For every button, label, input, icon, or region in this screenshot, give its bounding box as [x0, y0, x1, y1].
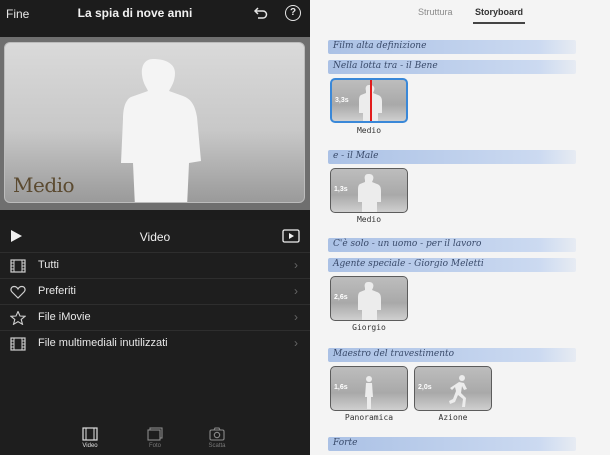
fullscreen-preview-icon[interactable]: [282, 229, 300, 243]
storyboard-clip[interactable]: 2,6s: [330, 276, 408, 321]
title-text: C'è solo - un uomo - per il lavoro: [333, 239, 482, 249]
tab-structure[interactable]: Struttura: [418, 7, 453, 17]
clip-name: Medio: [356, 215, 382, 224]
title-text: Nella lotta tra - il Bene: [333, 61, 438, 71]
clip-name: Azione: [438, 413, 468, 422]
person-silhouette-icon: [358, 282, 381, 320]
viewer-frame: Medio: [4, 42, 305, 203]
storyboard-clip[interactable]: 3,3s: [330, 78, 408, 123]
playhead[interactable]: [370, 80, 372, 121]
heart-icon: [10, 285, 26, 299]
tab-storyboard[interactable]: Storyboard: [475, 7, 523, 17]
storyboard-clip[interactable]: 1,6s: [330, 366, 408, 411]
film-strip-icon: [10, 259, 26, 273]
clip-duration: 2,6s: [334, 294, 348, 301]
top-bar: Fine La spia di nove anni ?: [0, 0, 310, 30]
title-text: Forte: [333, 438, 358, 448]
active-tab-indicator: [473, 22, 525, 24]
library-item-label: Preferiti: [38, 285, 76, 297]
browser-title: Video: [139, 230, 171, 244]
title-strip[interactable]: Film alta definizione: [328, 40, 576, 54]
photo-icon: [147, 427, 163, 441]
film-strip-icon: [10, 337, 26, 351]
chevron-right-icon: ›: [294, 258, 298, 272]
film-icon: [82, 427, 98, 441]
clip-name: Medio: [356, 126, 382, 135]
clip-duration: 1,3s: [334, 186, 348, 193]
library-item-imovie-files[interactable]: File iMovie ›: [0, 304, 310, 330]
clip-duration: 1,6s: [334, 384, 348, 391]
library-item-label: Tutti: [38, 259, 59, 271]
viewer-title-overlay: Medio: [13, 173, 75, 197]
person-silhouette-icon: [358, 174, 381, 212]
title-strip[interactable]: Maestro del travestimento: [328, 348, 576, 362]
title-strip[interactable]: Agente speciale - Giorgio Meletti: [328, 258, 576, 272]
person-silhouette-icon: [365, 376, 373, 409]
clip-duration: 3,3s: [335, 97, 349, 104]
help-icon[interactable]: ?: [285, 5, 301, 21]
title-strip[interactable]: C'è solo - un uomo - per il lavoro: [328, 238, 576, 252]
title-strip[interactable]: Nella lotta tra - il Bene: [328, 60, 576, 74]
media-browser: Video Tutti › Preferiti › File iMovie › …: [0, 220, 310, 455]
tab-photos[interactable]: Foto: [133, 427, 177, 449]
chevron-right-icon: ›: [294, 310, 298, 324]
clip-name: Panoramica: [344, 413, 394, 422]
library-item-unused-media[interactable]: File multimediali inutilizzati ›: [0, 330, 310, 356]
chevron-right-icon: ›: [294, 284, 298, 298]
title-text: Maestro del travestimento: [333, 349, 455, 359]
tab-video[interactable]: Video: [68, 427, 112, 449]
person-silhouette-icon: [121, 59, 201, 202]
library-item-label: File iMovie: [38, 311, 91, 323]
library-list: Tutti › Preferiti › File iMovie › File m…: [0, 252, 310, 356]
undo-icon[interactable]: [252, 6, 268, 20]
project-title: La spia di nove anni: [77, 6, 193, 20]
segmented-tabs: Struttura Storyboard: [310, 0, 610, 28]
left-panel: Fine La spia di nove anni ? Medio Video: [0, 0, 310, 455]
video-viewer[interactable]: Medio: [0, 37, 310, 210]
camera-icon: [209, 427, 225, 441]
tab-label: Video: [82, 443, 98, 449]
title-text: Film alta definizione: [333, 41, 427, 51]
chevron-right-icon: ›: [294, 336, 298, 350]
storyboard-panel: Struttura Storyboard Film alta definizio…: [310, 0, 610, 455]
library-item-label: File multimediali inutilizzati: [38, 337, 168, 349]
storyboard-clip[interactable]: 2,0s: [414, 366, 492, 411]
star-icon: [10, 311, 26, 325]
title-strip[interactable]: Forte: [328, 437, 576, 451]
clip-duration: 2,0s: [418, 384, 432, 391]
storyboard-clip[interactable]: 1,3s: [330, 168, 408, 213]
title-strip[interactable]: e - il Male: [328, 150, 576, 164]
library-item-favorites[interactable]: Preferiti ›: [0, 278, 310, 304]
title-text: e - il Male: [333, 151, 379, 161]
running-person-icon: [449, 375, 467, 407]
library-item-all[interactable]: Tutti ›: [0, 252, 310, 278]
tab-label: Foto: [148, 443, 161, 449]
bottom-tab-bar: Video Foto Scatta: [0, 425, 310, 455]
tab-camera[interactable]: Scatta: [195, 427, 239, 449]
title-text: Agente speciale - Giorgio Meletti: [333, 259, 484, 269]
clip-name: Giorgio: [352, 323, 386, 332]
tab-label: Scatta: [208, 443, 226, 449]
